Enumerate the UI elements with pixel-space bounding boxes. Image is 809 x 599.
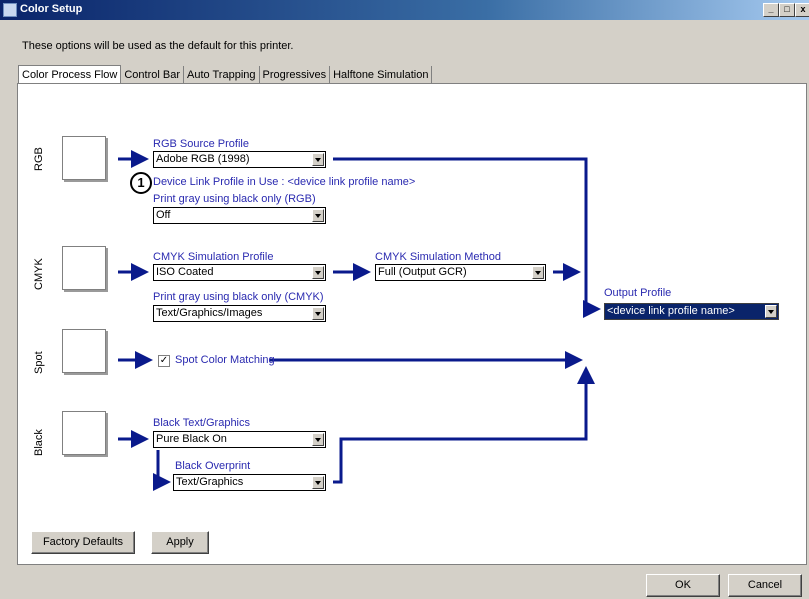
black-overprint-label: Black Overprint xyxy=(175,460,251,472)
color-setup-window: Color Setup _ □ x These options will be … xyxy=(0,0,809,599)
chevron-down-icon xyxy=(312,153,324,166)
window-icon xyxy=(3,3,17,17)
tab-panel: RGB RGB Source Profile Adobe RGB (1998) … xyxy=(17,83,807,565)
tab-color-process-flow[interactable]: Color Process Flow xyxy=(18,65,122,84)
chevron-down-icon xyxy=(532,266,544,279)
rgb-source-profile-label: RGB Source Profile xyxy=(153,138,249,150)
black-document-thumbnail xyxy=(62,411,106,455)
output-profile-value: <device link profile name> xyxy=(607,305,735,317)
black-text-graphics-label: Black Text/Graphics xyxy=(153,417,251,429)
output-profile-label: Output Profile xyxy=(604,287,672,299)
arrow-black-out xyxy=(333,366,595,484)
rgb-document-thumbnail xyxy=(62,136,106,180)
close-button[interactable]: x xyxy=(795,3,809,17)
chevron-down-icon xyxy=(312,433,324,446)
cmyk-side-label: CMYK xyxy=(33,258,45,290)
maximize-button[interactable]: □ xyxy=(779,3,795,17)
rgb-gray-label: Print gray using black only (RGB) xyxy=(153,193,316,205)
black-text-graphics-select[interactable]: Pure Black On xyxy=(153,431,326,448)
description-text: These options will be used as the defaul… xyxy=(22,40,294,52)
rgb-gray-value: Off xyxy=(156,209,171,221)
black-overprint-select[interactable]: Text/Graphics xyxy=(173,474,326,491)
chevron-down-icon xyxy=(312,307,324,320)
chevron-down-icon xyxy=(312,209,324,222)
title-bar[interactable]: Color Setup _ □ x xyxy=(0,0,809,20)
chevron-down-icon xyxy=(765,305,777,318)
cmyk-gray-value: Text/Graphics/Images xyxy=(156,307,263,319)
black-overprint-value: Text/Graphics xyxy=(176,476,244,488)
black-side-label: Black xyxy=(33,429,45,456)
cmyk-simulation-profile-value: ISO Coated xyxy=(156,266,214,278)
spot-color-matching-checkbox[interactable]: ✓ xyxy=(158,355,170,367)
chevron-down-icon xyxy=(312,476,324,489)
chevron-down-icon xyxy=(312,266,324,279)
arrow-black-overprint xyxy=(153,450,171,491)
cmyk-simulation-profile-label: CMYK Simulation Profile xyxy=(153,251,274,263)
spot-color-matching-label: Spot Color Matching xyxy=(175,354,275,366)
black-text-graphics-value: Pure Black On xyxy=(156,433,227,445)
minimize-button[interactable]: _ xyxy=(763,3,779,17)
ok-button[interactable]: OK xyxy=(646,574,720,597)
output-profile-select[interactable]: <device link profile name> xyxy=(604,303,779,320)
rgb-source-profile-value: Adobe RGB (1998) xyxy=(156,153,250,165)
spot-document-thumbnail xyxy=(62,329,106,373)
tab-strip: Color Process Flow Control Bar Auto Trappi… xyxy=(18,65,433,85)
cmyk-simulation-profile-select[interactable]: ISO Coated xyxy=(153,264,326,281)
flow-arrows xyxy=(118,150,601,491)
window-title: Color Setup xyxy=(20,3,83,15)
callout-badge-1: 1 xyxy=(130,172,152,194)
cmyk-simulation-method-value: Full (Output GCR) xyxy=(378,266,467,278)
cmyk-simulation-method-label: CMYK Simulation Method xyxy=(375,251,501,263)
rgb-source-profile-select[interactable]: Adobe RGB (1998) xyxy=(153,151,326,168)
spot-side-label: Spot xyxy=(33,351,45,374)
cmyk-gray-label: Print gray using black only (CMYK) xyxy=(153,291,324,303)
rgb-gray-select[interactable]: Off xyxy=(153,207,326,224)
cmyk-document-thumbnail xyxy=(62,246,106,290)
cmyk-simulation-method-select[interactable]: Full (Output GCR) xyxy=(375,264,546,281)
cmyk-gray-select[interactable]: Text/Graphics/Images xyxy=(153,305,326,322)
device-link-in-use-text: Device Link Profile in Use : <device lin… xyxy=(153,176,416,188)
rgb-side-label: RGB xyxy=(33,147,45,171)
apply-button[interactable]: Apply xyxy=(151,531,209,554)
factory-defaults-button[interactable]: Factory Defaults xyxy=(31,531,135,554)
cancel-button[interactable]: Cancel xyxy=(728,574,802,597)
